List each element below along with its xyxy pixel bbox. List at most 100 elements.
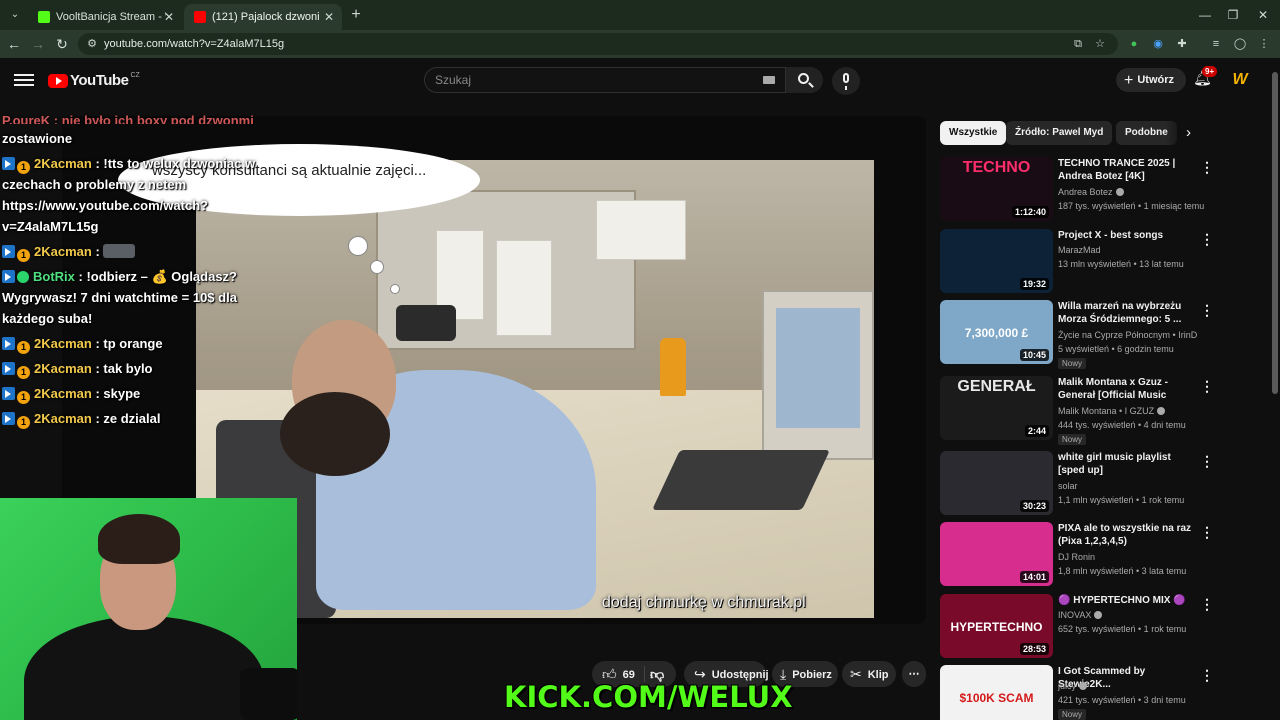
video-title[interactable]: 🟣 HYPERTECHNO MIX 🟣 [1058,594,1192,607]
paper-stack [596,200,686,260]
video-title[interactable]: PIXA ale to wszystkie na raz (Pixa 1,2,3… [1058,522,1192,548]
chevron-right-icon[interactable]: › [1186,124,1202,142]
video-thumbnail[interactable]: $100K SCAM [940,665,1053,720]
scrollbar-thumb[interactable] [1272,72,1278,394]
avatar[interactable]: W [1229,69,1251,91]
video-title[interactable]: white girl music playlist [sped up] [1058,451,1192,477]
site-info-icon[interactable]: ⚙ [84,36,100,52]
tab-close-icon[interactable]: ✕ [324,4,334,30]
search-input[interactable] [435,73,755,87]
channel-name[interactable]: Życie na Cyprze Północnym • IrinD [1058,330,1197,340]
kick-badge-icon [2,157,15,170]
restore-icon[interactable]: ❐ [1218,4,1248,26]
extension-icon[interactable]: ● [1126,36,1142,52]
country-code: CZ [130,72,140,79]
extensions-puzzle-icon[interactable]: ✚ [1174,36,1190,52]
forward-icon[interactable]: → [28,34,48,54]
recommendation-item[interactable]: TECHNO 1:12:40 TECHNO TRANCE 2025 | Andrea… [940,157,1216,225]
more-options-icon[interactable]: ⋮ [1200,159,1214,175]
recommendation-item[interactable]: GENERAŁ 2:44 Malik Montana x Gzuz - Genera… [940,376,1216,445]
channel-name[interactable]: juicy [1058,681,1088,691]
emote-van-icon [103,244,136,258]
back-icon[interactable]: ← [4,34,24,54]
video-meta: 421 tys. wyświetleń • 3 dni temu [1058,695,1186,705]
scrollbar[interactable] [1270,58,1280,720]
tab-close-icon[interactable]: ✕ [164,4,174,30]
install-app-icon[interactable]: ⧉ [1070,36,1086,52]
more-actions-icon[interactable]: ⋯ [902,661,926,687]
create-button[interactable]: + Utwórz [1116,68,1187,92]
video-thumbnail[interactable]: 14:01 [940,522,1053,586]
youtube-logo[interactable]: YouTube CZ [48,72,140,90]
video-thumbnail[interactable]: 19:32 [940,229,1053,293]
more-options-icon[interactable]: ⋮ [1200,524,1214,540]
browser-tab-kick[interactable]: VooltBanicja Stream - Watch Liv ✕ [28,4,182,30]
new-badge: Nowy [1058,358,1087,369]
chip-source[interactable]: Źródło: Pawel Myd [1006,121,1113,145]
more-options-icon[interactable]: ⋮ [1200,453,1214,469]
chat-text: : tak bylo [95,361,153,376]
download-label: Pobierz [792,669,832,681]
recommendation-item[interactable]: 7,300,000 £ 10:45 Willa marzeń na wybrzeżu… [940,300,1216,369]
notification-count-badge: 9+ [1202,66,1218,77]
chat-username: 2Kacman [34,411,92,426]
recommendation-item[interactable]: 14:01 PIXA ale to wszystkie na raz (Pixa … [940,522,1216,590]
logo-wordmark: YouTube [70,72,129,90]
kick-badge-icon [2,245,15,258]
monitor-screen [776,308,860,428]
chat-text: : skype [95,386,141,401]
reload-icon[interactable]: ↻ [52,34,72,54]
more-options-icon[interactable]: ⋮ [1200,596,1214,612]
more-options-icon[interactable]: ⋮ [1200,302,1214,318]
chat-username: 2Kacman [34,386,92,401]
tab-search-icon[interactable]: ≡ [1208,36,1224,52]
more-options-icon[interactable]: ⋮ [1200,667,1214,683]
channel-name[interactable]: solar [1058,481,1078,491]
video-meta: 187 tys. wyświetleń • 1 miesiąc temu [1058,201,1205,211]
chip-all[interactable]: Wszystkie [940,121,1007,145]
channel-name[interactable]: Andrea Botez [1058,187,1124,197]
video-title[interactable]: Malik Montana x Gzuz - Generał [Official… [1058,376,1192,402]
clip-button[interactable]: ✂ Klip [842,661,896,687]
video-thumbnail[interactable]: 30:23 [940,451,1053,515]
video-thumbnail[interactable]: GENERAŁ 2:44 [940,376,1053,440]
close-window-icon[interactable]: ✕ [1248,4,1278,26]
channel-name[interactable]: INOVAX [1058,610,1103,620]
channel-name[interactable]: Malik Montana • I GZUZ [1058,406,1166,416]
video-title[interactable]: Project X - best songs [1058,229,1192,242]
chat-username: 2Kacman [34,361,92,376]
keyboard-icon[interactable] [763,76,775,84]
youtube-play-icon [48,73,68,88]
tab-search-chevron-icon[interactable]: ⌄ [6,6,24,24]
more-options-icon[interactable]: ⋮ [1200,378,1214,394]
recommendation-item[interactable]: HYPERTECHNO 28:53 🟣 HYPERTECHNO MIX 🟣 INOVA… [940,594,1216,662]
channel-name[interactable]: DJ Ronin [1058,552,1095,562]
video-thumbnail[interactable]: HYPERTECHNO 28:53 [940,594,1053,658]
video-title[interactable]: Willa marzeń na wybrzeżu Morza Śródziemn… [1058,300,1192,326]
new-tab-icon[interactable]: + [346,5,366,25]
recommendation-item[interactable]: $100K SCAMI Got Scammed by Stewie2K...ju… [940,665,1216,720]
minimize-icon[interactable]: — [1190,4,1220,26]
video-meta: 5 wyświetleń • 6 godzin temu [1058,344,1174,354]
chat-message: 1 2Kacman : [2,241,262,262]
profile-icon[interactable]: ◯ [1232,36,1248,52]
browser-menu-icon[interactable]: ⋮ [1256,36,1272,52]
more-options-icon[interactable]: ⋮ [1200,231,1214,247]
audio-extension-icon[interactable]: ◉ [1150,36,1166,52]
video-thumbnail[interactable]: TECHNO 1:12:40 [940,157,1053,221]
url-field[interactable]: ⚙ youtube.com/watch?v=Z4alaM7L15g ⧉ ☆ [78,33,1118,55]
recommendation-item[interactable]: 30:23 white girl music playlist [sped up]… [940,451,1216,519]
browser-tab-youtube[interactable]: (121) Pajalock dzwoni na int ✕ [184,4,342,30]
youtube-favicon-icon [194,11,206,23]
voice-search-button[interactable] [832,67,860,95]
search-button[interactable] [785,67,823,93]
recommendation-item[interactable]: 19:32 Project X - best songs MarazMad 13 ml… [940,229,1216,297]
menu-hamburger-icon[interactable] [14,71,34,89]
bookmark-star-icon[interactable]: ☆ [1092,36,1108,52]
video-meta: 1,8 mln wyświetleń • 3 lata temu [1058,566,1187,576]
video-duration: 10:45 [1019,349,1049,361]
channel-name[interactable]: MarazMad [1058,245,1101,255]
video-title[interactable]: TECHNO TRANCE 2025 | Andrea Botez [4K] [1058,157,1192,183]
channel-name-text: juicy [1058,681,1077,691]
video-thumbnail[interactable]: 7,300,000 £ 10:45 [940,300,1053,364]
